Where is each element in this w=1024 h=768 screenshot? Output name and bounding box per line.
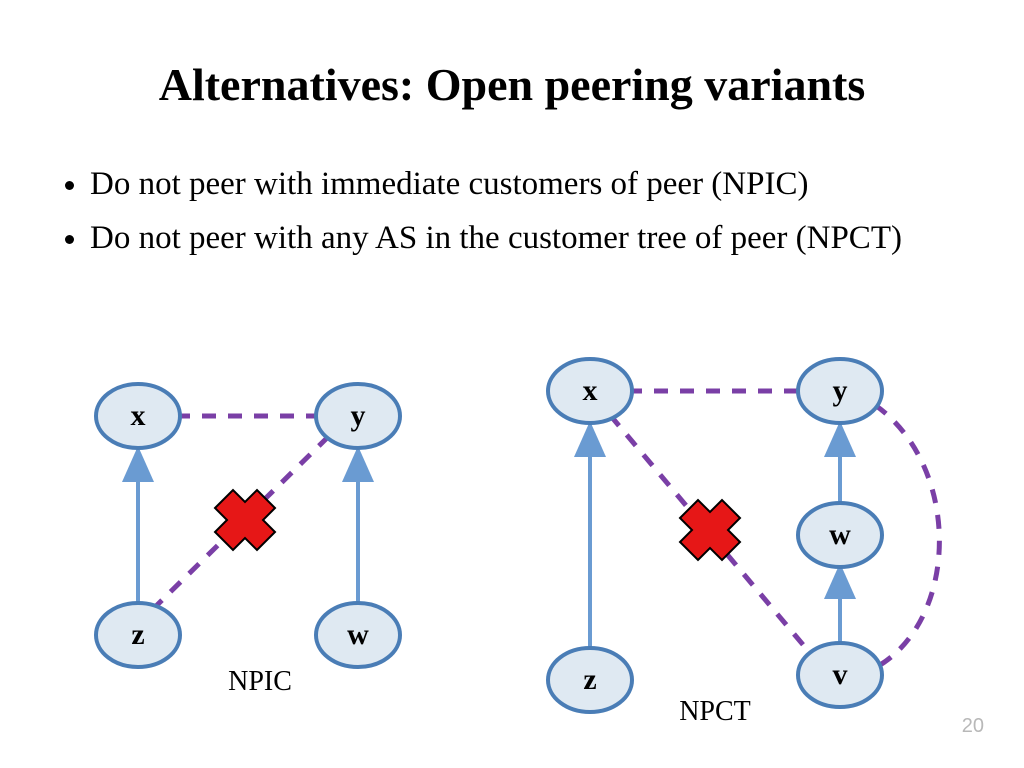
slide-title: Alternatives: Open peering variants [0,58,1024,111]
node-x-label: x [131,399,146,432]
node-w-label: w [829,518,851,551]
node-y-label: y [351,399,366,432]
slide: Alternatives: Open peering variants Do n… [0,0,1024,768]
node-z-label: z [131,618,144,651]
node-x-label: x [583,374,598,407]
bullet-item: Do not peer with any AS in the customer … [90,219,960,259]
bullet-list: Do not peer with immediate customers of … [60,165,960,272]
page-number: 20 [962,715,984,738]
npct-diagram: x y w v z NPCT [500,335,1000,755]
cross-icon [680,500,740,560]
node-y-label: y [833,374,848,407]
node-v-label: v [833,658,848,691]
peer-edge-y-v [875,405,939,665]
node-z-label: z [583,663,596,696]
npct-caption: NPCT [679,696,751,727]
bullet-item: Do not peer with immediate customers of … [90,165,960,205]
npic-caption: NPIC [228,666,292,697]
npic-diagram: x y z w NPIC [50,360,480,740]
cross-icon [215,490,275,550]
node-w-label: w [347,618,369,651]
